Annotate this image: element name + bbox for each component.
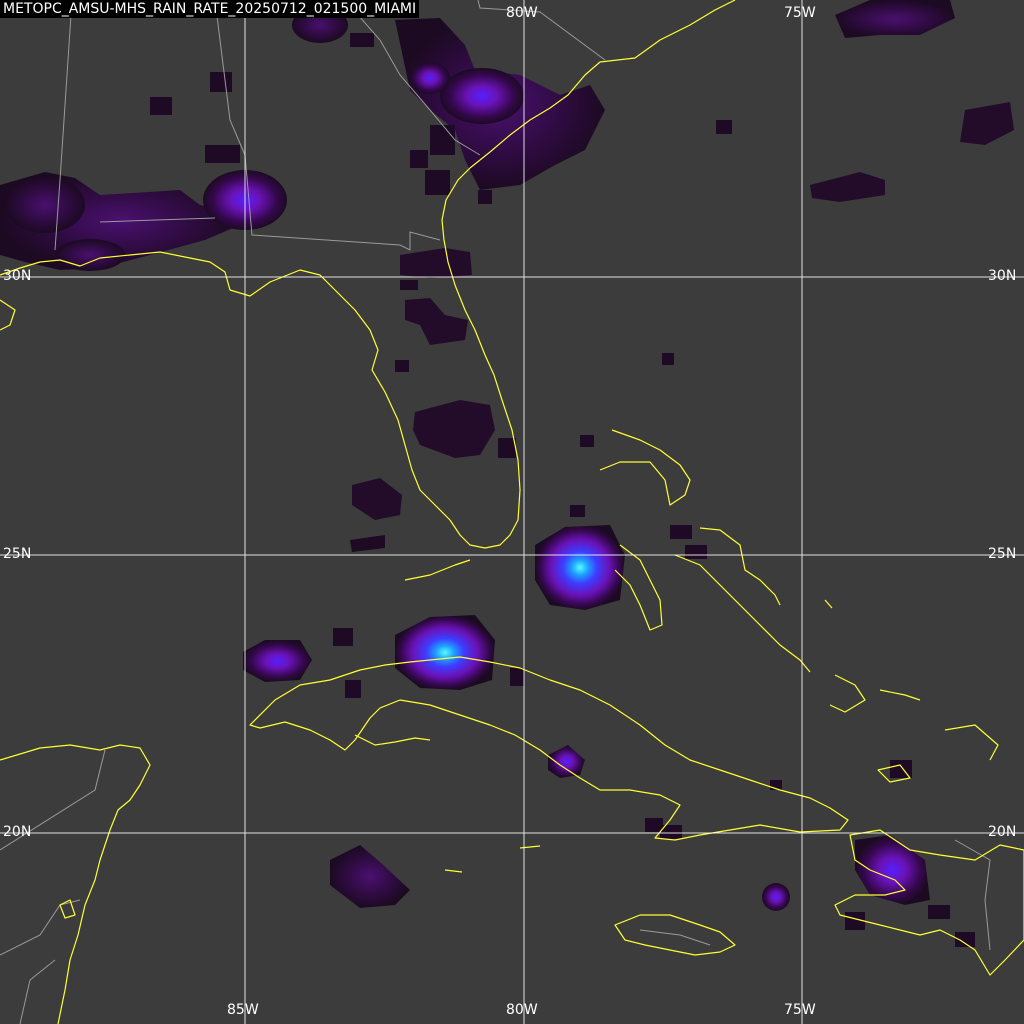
rain-cell bbox=[150, 97, 172, 115]
lon-label-bottom-75w: 75W bbox=[784, 1002, 816, 1018]
rain-cell bbox=[395, 615, 495, 690]
rain-cell bbox=[55, 239, 125, 271]
rain-cell bbox=[960, 102, 1014, 145]
rain-cell bbox=[205, 145, 240, 163]
product-title: METOPC_AMSU-MHS_RAIN_RATE_20250712_02150… bbox=[0, 0, 420, 18]
rain-cell bbox=[662, 353, 674, 365]
rain-cell bbox=[330, 845, 410, 908]
rain-cell bbox=[395, 360, 409, 372]
rain-cell bbox=[243, 640, 312, 682]
lat-label-left-30n: 30N bbox=[3, 268, 32, 284]
lat-label-left-20n: 20N bbox=[3, 824, 32, 840]
rain-cell bbox=[430, 125, 455, 155]
rain-cell bbox=[350, 535, 385, 552]
rain-cell bbox=[580, 435, 594, 447]
lat-label-right-25n: 25N bbox=[988, 546, 1017, 562]
rain-cell bbox=[410, 150, 428, 168]
rain-cell bbox=[510, 668, 524, 686]
yucatan-coast bbox=[0, 744, 151, 1024]
rain-cell bbox=[716, 120, 732, 134]
rain-cell bbox=[478, 190, 492, 204]
rain-cell bbox=[498, 438, 516, 458]
rain-cell bbox=[345, 680, 361, 698]
rain-cell bbox=[210, 72, 232, 92]
rain-cell bbox=[5, 177, 85, 233]
rain-cell bbox=[400, 280, 418, 290]
rain-cell bbox=[928, 905, 950, 919]
rain-cell bbox=[890, 760, 912, 778]
gulf-coast bbox=[0, 0, 736, 549]
rain-cell bbox=[352, 478, 402, 520]
rain-cell bbox=[670, 525, 692, 539]
rain-cell bbox=[425, 170, 450, 195]
rain-cell bbox=[548, 745, 585, 778]
rain-cell bbox=[410, 62, 450, 94]
rain-cell bbox=[810, 172, 885, 202]
rain-cell bbox=[413, 400, 495, 458]
lat-label-right-20n: 20N bbox=[988, 824, 1017, 840]
lat-label-left-25n: 25N bbox=[3, 546, 32, 562]
rain-cell bbox=[835, 0, 955, 38]
rain-cell bbox=[333, 628, 353, 646]
rain-cell bbox=[405, 298, 468, 345]
rain-cell bbox=[440, 68, 524, 124]
lon-label-bottom-80w: 80W bbox=[506, 1002, 538, 1018]
rain-cell bbox=[570, 505, 585, 517]
rain-cell bbox=[660, 825, 682, 839]
cuba-coast bbox=[249, 656, 849, 841]
lon-label-bottom-85w: 85W bbox=[227, 1002, 259, 1018]
rain-cell bbox=[535, 525, 625, 610]
rain-cell bbox=[400, 248, 472, 278]
lon-label-top-80w: 80W bbox=[506, 5, 538, 21]
rain-cell bbox=[350, 33, 374, 47]
rain-cell bbox=[762, 883, 790, 911]
lon-label-top-75w: 75W bbox=[784, 5, 816, 21]
rain-rate-cells bbox=[0, 0, 1014, 947]
bahamas-coast bbox=[599, 429, 691, 506]
rain-cell bbox=[685, 545, 707, 559]
lat-label-right-30n: 30N bbox=[988, 268, 1017, 284]
jamaica-coast bbox=[614, 914, 736, 956]
florida-keys bbox=[404, 559, 471, 581]
satellite-rain-rate-map bbox=[0, 0, 1024, 1024]
